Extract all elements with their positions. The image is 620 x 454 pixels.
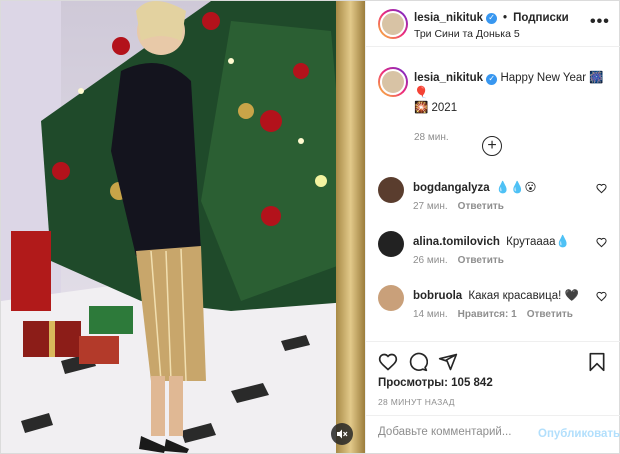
share-paper-plane-icon[interactable] [438,352,458,372]
comment-username[interactable]: alina.tomilovich [413,236,500,248]
commenter-avatar[interactable] [378,285,404,311]
comment-text: 💧💧😮 [495,182,537,194]
comment-time: 14 мин. [413,309,448,320]
caption-time: 28 мин. [414,132,449,143]
comment-username[interactable]: bogdangalyza [413,182,490,194]
author-username[interactable]: lesia_nikituk [414,12,483,24]
reply-button[interactable]: Ответить [458,201,504,212]
more-options-icon[interactable]: ••• [590,13,610,31]
like-comment-heart-icon[interactable] [596,237,607,248]
post-actions-bar [366,341,620,381]
video-frame-image [1,1,365,453]
following-button[interactable]: Подписки [513,12,569,24]
comment-item: bogdangalyza 💧💧😮 27 мин. Ответить [378,177,612,217]
commenter-avatar[interactable] [378,177,404,203]
post-sidebar: lesia_nikituk ✓ • Подписки Три Сини та Д… [365,1,620,453]
comment-item: alina.tomilovich Крутаааа💧 26 мин. Ответ… [378,231,612,271]
comment-text: Какая красавица! 🖤 [468,290,579,302]
comment-text: Крутаааа💧 [506,236,570,248]
reply-button[interactable]: Ответить [458,255,504,266]
comment-username[interactable]: bobruola [413,290,462,302]
caption-username[interactable]: lesia_nikituk [414,72,483,84]
caption-avatar[interactable] [378,67,408,97]
view-count[interactable]: Просмотры: 105 842 [378,377,493,389]
commenter-avatar[interactable] [378,231,404,257]
like-heart-icon[interactable] [378,352,398,372]
save-bookmark-icon[interactable] [588,352,606,372]
comment-time: 27 мин. [413,201,448,212]
load-more-comments-button[interactable]: + [482,136,502,156]
comment-likes[interactable]: Нравится: 1 [458,309,517,320]
add-comment-form: Опубликовать [366,415,620,453]
comment-time: 26 мин. [413,255,448,266]
post-location[interactable]: Три Сини та Донька 5 [414,28,520,40]
post-video[interactable] [1,1,365,453]
author-avatar[interactable] [378,9,408,39]
separator-dot: • [503,12,508,24]
reply-button[interactable]: Ответить [527,309,573,320]
mute-button[interactable] [331,423,353,445]
post-timestamp: 28 МИНУТ НАЗАД [378,397,455,407]
post-header: lesia_nikituk ✓ • Подписки Три Сини та Д… [366,1,620,47]
comment-bubble-icon[interactable] [408,352,428,372]
instagram-post-modal: lesia_nikituk ✓ • Подписки Три Сини та Д… [0,0,620,454]
verified-icon: ✓ [486,12,498,24]
like-comment-heart-icon[interactable] [596,291,607,302]
muted-speaker-icon [337,429,348,439]
comment-input[interactable] [378,426,528,438]
comment-item: bobruola Какая красавица! 🖤 14 мин. Нрав… [378,285,612,325]
verified-icon: ✓ [486,73,498,85]
plus-icon: + [487,136,497,154]
like-comment-heart-icon[interactable] [596,183,607,194]
publish-button[interactable]: Опубликовать [538,428,620,440]
